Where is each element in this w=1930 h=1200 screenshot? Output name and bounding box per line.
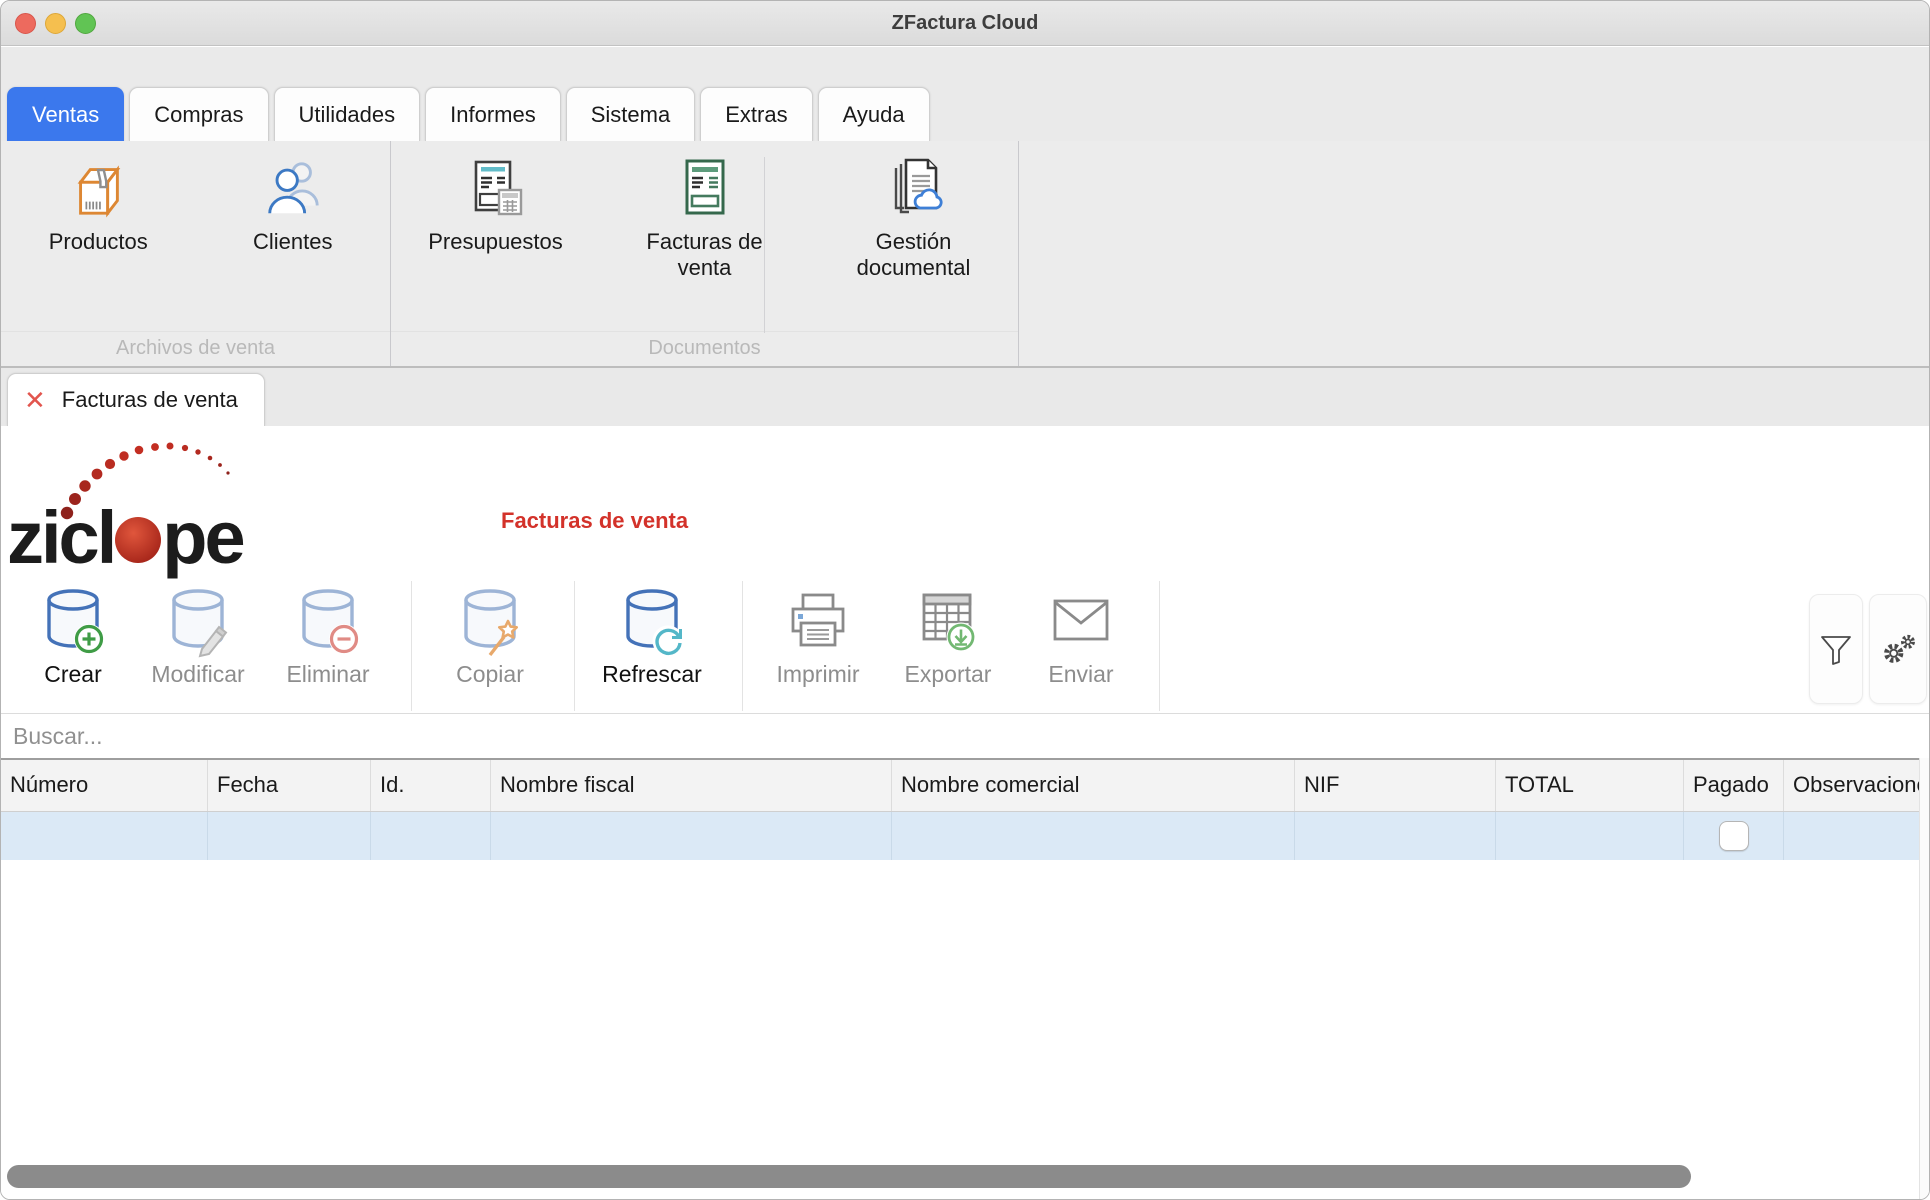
- ribbon-group-documentos: Presupuestos Facturas de venta: [391, 141, 1018, 366]
- modificar-button[interactable]: Modificar: [134, 587, 262, 688]
- ziclope-logo: ziclpe: [7, 429, 327, 579]
- toolbar-label: Crear: [44, 661, 102, 688]
- copiar-button[interactable]: Copiar: [426, 587, 554, 688]
- document-calculator-icon: [464, 155, 528, 221]
- invoice-document-icon: [673, 155, 737, 221]
- crear-button[interactable]: Crear: [9, 587, 137, 688]
- ribbon-item-productos[interactable]: Productos: [13, 155, 183, 255]
- toolbar-label: Eliminar: [286, 661, 369, 688]
- title-bar: ZFactura Cloud: [1, 1, 1929, 46]
- toolbar-label: Exportar: [905, 661, 992, 688]
- tab-compras[interactable]: Compras: [129, 87, 268, 141]
- ribbon-item-label: Gestión documental: [839, 229, 989, 281]
- filter-funnel-icon: [1819, 632, 1853, 666]
- toolbar-label: Modificar: [151, 661, 244, 688]
- tab-extras[interactable]: Extras: [700, 87, 812, 141]
- ribbon-group-label: Documentos: [391, 337, 1018, 360]
- page-title: Facturas de venta: [501, 508, 688, 534]
- tab-ventas[interactable]: Ventas: [7, 87, 124, 141]
- imprimir-button[interactable]: Imprimir: [754, 587, 882, 688]
- close-x-icon[interactable]: ✕: [24, 387, 46, 413]
- filter-button[interactable]: [1809, 594, 1863, 704]
- ribbon-group-archivos: Productos Clientes Archivos de venta: [1, 141, 390, 366]
- gears-icon: [1878, 629, 1918, 669]
- tab-utilidades[interactable]: Utilidades: [274, 87, 421, 141]
- tab-ayuda[interactable]: Ayuda: [818, 87, 930, 141]
- ribbon-item-presupuestos[interactable]: Presupuestos: [411, 155, 581, 255]
- column-header-observaciones[interactable]: Observaciones: [1784, 760, 1919, 811]
- ribbon-group-label: Archivos de venta: [1, 337, 390, 360]
- ribbon-item-label: Presupuestos: [428, 229, 563, 255]
- table-row[interactable]: [1, 812, 1919, 860]
- search-input[interactable]: [1, 714, 1929, 758]
- envelope-icon: [1047, 587, 1115, 659]
- table-header: Número Fecha Id. Nombre fiscal Nombre co…: [1, 758, 1919, 812]
- toolbar-label: Imprimir: [776, 661, 859, 688]
- column-header-nombre-fiscal[interactable]: Nombre fiscal: [491, 760, 892, 811]
- exportar-button[interactable]: Exportar: [884, 587, 1012, 688]
- main-tab-strip: Ventas Compras Utilidades Informes Siste…: [1, 47, 1929, 141]
- app-window: ZFactura Cloud Ventas Compras Utilidades…: [0, 0, 1930, 1200]
- settings-button[interactable]: [1869, 594, 1927, 704]
- database-pencil-icon: [164, 587, 232, 659]
- column-header-nif[interactable]: NIF: [1295, 760, 1496, 811]
- tab-informes[interactable]: Informes: [425, 87, 561, 141]
- column-header-fecha[interactable]: Fecha: [208, 760, 371, 811]
- column-header-pagado[interactable]: Pagado: [1684, 760, 1784, 811]
- logo-red-dot: [115, 517, 161, 563]
- column-header-nombre-comercial[interactable]: Nombre comercial: [892, 760, 1295, 811]
- toolbar: Crear Modificar: [1, 579, 1929, 714]
- toolbar-label: Copiar: [456, 661, 524, 688]
- ribbon-item-label: Facturas de venta: [630, 229, 780, 281]
- vertical-scrollbar-track[interactable]: [1919, 758, 1930, 1200]
- ribbon-item-gestion-documental[interactable]: Gestión documental: [829, 155, 999, 281]
- content-tab-label: Facturas de venta: [62, 387, 238, 413]
- ribbon: Productos Clientes Archivos de venta: [1, 141, 1929, 368]
- printer-icon: [784, 587, 852, 659]
- column-header-total[interactable]: TOTAL: [1496, 760, 1684, 811]
- database-refresh-icon: [618, 587, 686, 659]
- database-wand-icon: [456, 587, 524, 659]
- column-header-id[interactable]: Id.: [371, 760, 491, 811]
- logo-text: ziclpe: [7, 501, 243, 575]
- search-row: [1, 714, 1929, 758]
- enviar-button[interactable]: Enviar: [1017, 587, 1145, 688]
- ribbon-subdivider: [764, 157, 765, 333]
- box-icon: [67, 155, 129, 221]
- column-header-numero[interactable]: Número: [1, 760, 208, 811]
- tab-sistema[interactable]: Sistema: [566, 87, 695, 141]
- content-tab-facturas[interactable]: ✕ Facturas de venta: [7, 373, 265, 426]
- content-area: ziclpe Facturas de venta: [1, 426, 1929, 1199]
- ribbon-item-label: Clientes: [253, 229, 332, 255]
- documents-cloud-icon: [882, 155, 946, 221]
- table-export-icon: [914, 587, 982, 659]
- ribbon-item-label: Productos: [49, 229, 148, 255]
- pagado-checkbox[interactable]: [1719, 821, 1749, 851]
- content-tab-strip: ✕ Facturas de venta: [1, 368, 1929, 426]
- ribbon-divider: [1018, 141, 1019, 366]
- database-minus-icon: [294, 587, 362, 659]
- eliminar-button[interactable]: Eliminar: [264, 587, 392, 688]
- toolbar-label: Refrescar: [602, 661, 702, 688]
- database-plus-icon: [39, 587, 107, 659]
- refrescar-button[interactable]: Refrescar: [588, 587, 716, 688]
- ribbon-item-clientes[interactable]: Clientes: [208, 155, 378, 255]
- window-title: ZFactura Cloud: [1, 1, 1929, 46]
- toolbar-label: Enviar: [1048, 661, 1113, 688]
- people-icon: [262, 155, 324, 221]
- horizontal-scrollbar-thumb[interactable]: [7, 1165, 1691, 1188]
